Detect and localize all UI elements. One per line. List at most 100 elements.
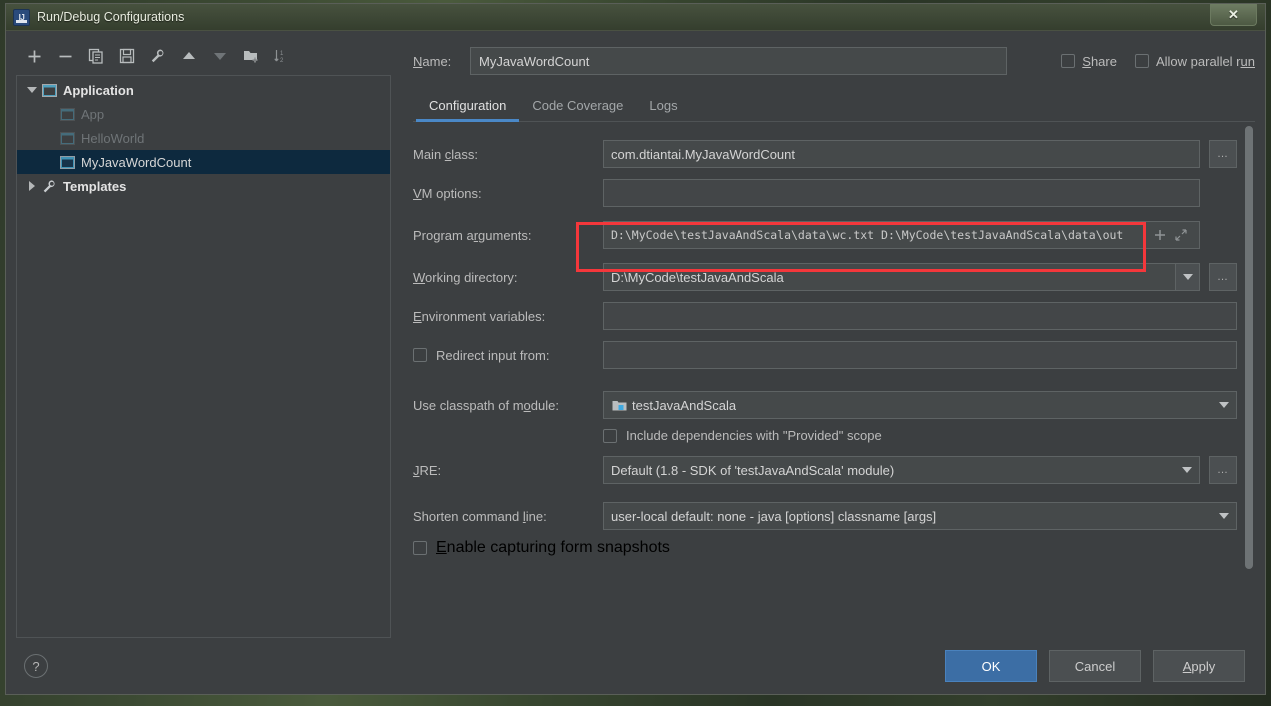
jre-combobox[interactable]: Default (1.8 - SDK of 'testJavaAndScala'… (603, 456, 1200, 484)
tree-node-label: HelloWorld (81, 130, 145, 146)
classpath-module-label: Use classpath of module: (413, 397, 559, 413)
environment-variables-control (603, 302, 1237, 330)
environment-variables-row: Environment variables: (413, 302, 1237, 330)
main-class-row: Main class: com.dtiantai.MyJavaWordCount… (413, 140, 1237, 168)
program-arguments-control: D:\MyCode\testJavaAndScala\data\wc.txt D… (603, 221, 1237, 249)
minus-icon (59, 55, 71, 57)
application-icon (59, 130, 75, 146)
cancel-button[interactable]: Cancel (1049, 650, 1141, 682)
name-options: Share Allow parallel run (1041, 54, 1255, 69)
classpath-module-mnemonic: o (523, 397, 531, 413)
program-arguments-label: Program arguments: (413, 227, 532, 243)
main-class-control: com.dtiantai.MyJavaWordCount … (603, 140, 1237, 168)
classpath-module-value: testJavaAndScala (632, 397, 737, 413)
working-directory-input[interactable]: D:\MyCode\testJavaAndScala (603, 263, 1176, 291)
jre-browse-button[interactable]: … (1209, 456, 1237, 484)
move-down-button[interactable] (206, 43, 234, 69)
working-directory-label: Working directory: (413, 269, 518, 285)
form-scroll-area: Main class: com.dtiantai.MyJavaWordCount… (413, 122, 1255, 638)
redirect-input-control (603, 341, 1237, 369)
expand-icon[interactable] (1173, 228, 1188, 243)
name-mnemonic: N (413, 53, 423, 69)
help-icon[interactable]: ? (24, 654, 48, 678)
chevron-down-icon[interactable] (1212, 503, 1236, 529)
main-class-browse-button[interactable]: … (1209, 140, 1237, 168)
copy-configuration-button[interactable] (82, 43, 110, 69)
classpath-module-combobox[interactable]: testJavaAndScala (603, 391, 1237, 419)
expand-toggle[interactable] (23, 78, 41, 102)
tab-logs[interactable]: Logs (636, 98, 690, 121)
tree-node-helloworld[interactable]: HelloWorld (17, 126, 390, 150)
configuration-form: Main class: com.dtiantai.MyJavaWordCount… (413, 122, 1243, 638)
chevron-down-icon[interactable] (1212, 392, 1236, 418)
application-icon (59, 154, 75, 170)
checkbox-box (413, 541, 427, 555)
edit-templates-button[interactable] (144, 43, 172, 69)
working-directory-control: D:\MyCode\testJavaAndScala … (603, 263, 1237, 291)
plus-icon (28, 50, 40, 62)
close-icon[interactable]: ✕ (1210, 4, 1257, 26)
intellij-idea-icon (13, 8, 30, 26)
chevron-down-icon[interactable] (1175, 457, 1199, 483)
tree-node-label: Templates (63, 178, 127, 194)
working-directory-dropdown-button[interactable] (1176, 263, 1200, 291)
add-configuration-button[interactable] (20, 43, 48, 69)
main-class-input[interactable]: com.dtiantai.MyJavaWordCount (603, 140, 1200, 168)
tree-node-label: App (81, 106, 105, 122)
chevron-down-icon (27, 87, 37, 93)
plus-icon[interactable] (1152, 228, 1167, 243)
form-scrollbar[interactable] (1243, 122, 1255, 638)
tree-node-app[interactable]: App (17, 102, 390, 126)
run-debug-configurations-dialog: Run/Debug Configurations ✕ (5, 3, 1266, 695)
redirect-input-label: Redirect input from: (436, 347, 550, 363)
name-row: Name: Share Allow parallel run (413, 46, 1255, 76)
redirect-input-field[interactable] (603, 341, 1237, 369)
tree-node-myjavawordcount[interactable]: MyJavaWordCount (17, 150, 390, 174)
program-arguments-icons (1152, 228, 1192, 243)
jre-label: JRE: (413, 462, 442, 478)
dialog-body: 1 2 Application App HelloWorld MyJavaWor… (6, 31, 1265, 638)
name-input[interactable] (470, 47, 1007, 75)
environment-variables-input[interactable] (603, 302, 1237, 330)
redirect-input-checkbox[interactable]: Redirect input from: (413, 348, 603, 363)
include-provided-checkbox[interactable]: Include dependencies with "Provided" sco… (603, 428, 1237, 443)
allow-parallel-run-checkbox[interactable]: Allow parallel run (1134, 54, 1255, 69)
title-bar: Run/Debug Configurations ✕ (6, 4, 1265, 31)
tab-code-coverage[interactable]: Code Coverage (519, 98, 636, 121)
window-title: Run/Debug Configurations (37, 10, 185, 24)
working-directory-mnemonic: W (413, 269, 426, 285)
apply-label: Apply (1182, 658, 1216, 674)
save-icon (119, 48, 135, 64)
remove-configuration-button[interactable] (51, 43, 79, 69)
working-directory-browse-button[interactable]: … (1209, 263, 1237, 291)
create-folder-button[interactable] (237, 43, 265, 69)
tree-node-application[interactable]: Application (17, 78, 390, 102)
vm-options-mnemonic: V (413, 185, 422, 201)
tree-node-templates[interactable]: Templates (17, 174, 390, 198)
expand-toggle[interactable] (23, 174, 41, 198)
form-snapshots-checkbox[interactable]: Enable capturing form snapshots (413, 539, 1237, 557)
program-arguments-value: D:\MyCode\testJavaAndScala\data\wc.txt D… (611, 228, 1124, 242)
tree-toolbar: 1 2 (16, 41, 391, 71)
save-configuration-button[interactable] (113, 43, 141, 69)
sort-configurations-button[interactable]: 1 2 (268, 43, 296, 69)
scrollbar-thumb[interactable] (1245, 126, 1253, 569)
program-arguments-row: Program arguments: D:\MyCode\testJavaAnd… (413, 221, 1237, 249)
checkbox-box (1134, 54, 1149, 68)
configurations-tree[interactable]: Application App HelloWorld MyJavaWordCou… (16, 75, 391, 638)
jre-value: Default (1.8 - SDK of 'testJavaAndScala'… (611, 462, 895, 478)
include-provided-label: Include dependencies with "Provided" sco… (626, 428, 882, 443)
vm-options-input[interactable] (603, 179, 1200, 207)
move-up-button[interactable] (175, 43, 203, 69)
dialog-footer: ? OK Cancel Apply (6, 638, 1265, 694)
ok-button[interactable]: OK (945, 650, 1037, 682)
shorten-command-line-combobox[interactable]: user-local default: none - java [options… (603, 502, 1237, 530)
tab-configuration[interactable]: Configuration (416, 98, 520, 122)
shorten-command-line-mnemonic: l (522, 508, 526, 524)
chevron-down-icon (1182, 274, 1193, 280)
program-arguments-input[interactable]: D:\MyCode\testJavaAndScala\data\wc.txt D… (603, 221, 1200, 249)
share-checkbox[interactable]: Share (1061, 54, 1117, 69)
tree-node-label: Application (63, 82, 134, 98)
apply-button[interactable]: Apply (1153, 650, 1245, 682)
shorten-command-line-row: Shorten command line: user-local default… (413, 502, 1237, 530)
